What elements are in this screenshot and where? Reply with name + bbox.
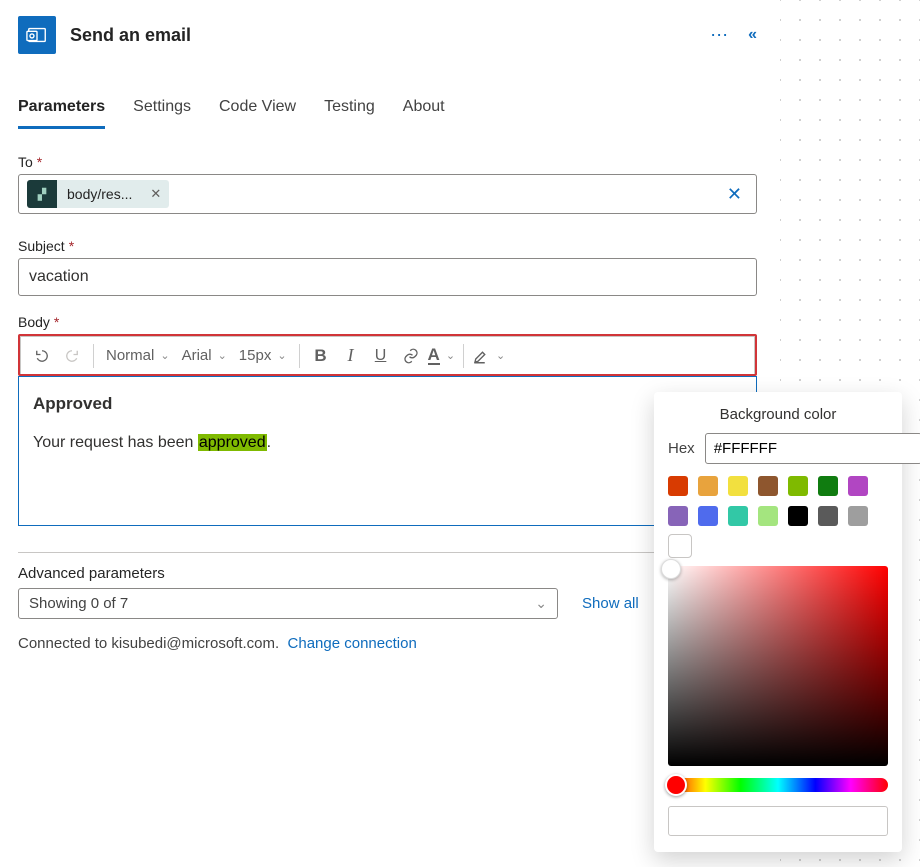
body-paragraph: Your request has been approved. (33, 431, 742, 455)
field-body: Body * Normal ⌄ Arial ⌄ 15px ⌄ (18, 314, 757, 526)
tab-parameters[interactable]: Parameters (18, 92, 105, 129)
change-connection-link[interactable]: Change connection (288, 635, 417, 652)
font-size-select[interactable]: 15px ⌄ (233, 347, 293, 364)
color-swatch[interactable] (698, 476, 718, 496)
font-select[interactable]: Arial ⌄ (176, 347, 233, 364)
hue-thumb[interactable] (665, 774, 687, 796)
color-swatch[interactable] (758, 506, 778, 526)
body-text-prefix: Your request has been (33, 434, 198, 451)
connection-info: Connected to kisubedi@microsoft.com. Cha… (18, 635, 757, 652)
chevron-down-icon: ⌄ (160, 349, 169, 362)
rich-text-toolbar: Normal ⌄ Arial ⌄ 15px ⌄ B I U A⌄ (20, 336, 755, 374)
collapse-icon[interactable]: « (748, 26, 757, 44)
advanced-label: Advanced parameters (18, 565, 757, 582)
color-swatch[interactable] (788, 476, 808, 496)
redo-button[interactable] (57, 341, 87, 371)
color-swatch[interactable] (788, 506, 808, 526)
color-picker-title: Background color (668, 406, 888, 423)
toolbar-separator (299, 344, 300, 368)
advanced-select-value: Showing 0 of 7 (29, 595, 128, 612)
divider (18, 552, 757, 553)
color-swatches (668, 476, 888, 526)
tab-code-view[interactable]: Code View (219, 92, 296, 129)
chevron-down-icon: ⌄ (446, 349, 455, 362)
more-icon[interactable]: ⋯ (710, 25, 730, 46)
font-value: Arial (182, 347, 212, 364)
dynamic-token[interactable]: ▞ body/res... ✕ (27, 180, 169, 208)
body-text-suffix: . (267, 434, 271, 451)
body-highlighted-word: approved (198, 434, 267, 451)
panel-title: Send an email (70, 25, 696, 46)
show-all-link[interactable]: Show all (582, 595, 639, 612)
body-heading: Approved (33, 391, 742, 417)
italic-button[interactable]: I (336, 341, 366, 371)
body-label: Body (18, 314, 50, 330)
underline-button[interactable]: U (366, 341, 396, 371)
color-picker-popover: Background color Hex (654, 392, 902, 852)
field-subject: Subject * (18, 238, 757, 296)
saturation-value-panel[interactable] (668, 566, 888, 766)
required-asterisk: * (54, 314, 59, 330)
undo-button[interactable] (27, 341, 57, 371)
sv-thumb[interactable] (661, 559, 681, 579)
chevron-down-icon: ⌄ (218, 349, 227, 362)
tab-testing[interactable]: Testing (324, 92, 375, 129)
link-button[interactable] (396, 341, 426, 371)
color-swatch[interactable] (698, 506, 718, 526)
toolbar-separator (463, 344, 464, 368)
tab-about[interactable]: About (403, 92, 445, 129)
token-label: body/res... (57, 186, 142, 202)
outlook-icon (18, 16, 56, 54)
token-source-icon: ▞ (27, 180, 57, 208)
color-swatch[interactable] (818, 506, 838, 526)
required-asterisk: * (37, 154, 42, 170)
color-swatch[interactable] (668, 506, 688, 526)
color-swatch[interactable] (728, 506, 748, 526)
tab-settings[interactable]: Settings (133, 92, 191, 129)
to-label: To (18, 154, 33, 170)
field-to: To * ▞ body/res... ✕ ✕ (18, 154, 757, 214)
hex-label: Hex (668, 440, 695, 457)
clear-field-icon[interactable]: ✕ (721, 184, 748, 205)
font-color-button[interactable]: A⌄ (426, 346, 458, 365)
color-output-field[interactable] (668, 806, 888, 836)
color-swatch[interactable] (848, 506, 868, 526)
subject-label: Subject (18, 238, 65, 254)
format-select[interactable]: Normal ⌄ (100, 347, 176, 364)
chevron-down-icon: ⌄ (535, 595, 547, 612)
advanced-select[interactable]: Showing 0 of 7 ⌄ (18, 588, 558, 619)
bold-button[interactable]: B (306, 341, 336, 371)
toolbar-separator (93, 344, 94, 368)
color-swatch[interactable] (728, 476, 748, 496)
hex-input[interactable] (705, 433, 920, 464)
subject-input[interactable] (18, 258, 757, 296)
format-value: Normal (106, 347, 154, 364)
size-value: 15px (239, 347, 272, 364)
color-swatch[interactable] (818, 476, 838, 496)
to-input[interactable]: ▞ body/res... ✕ ✕ (18, 174, 757, 214)
chevron-down-icon: ⌄ (496, 349, 505, 362)
body-highlighted-region: Normal ⌄ Arial ⌄ 15px ⌄ B I U A⌄ (18, 334, 757, 376)
color-swatch[interactable] (758, 476, 778, 496)
panel-header: Send an email ⋯ « (18, 12, 757, 68)
body-editor[interactable]: Approved Your request has been approved. (18, 376, 757, 526)
required-asterisk: * (69, 238, 74, 254)
token-remove-icon[interactable]: ✕ (142, 186, 169, 202)
tab-bar: Parameters Settings Code View Testing Ab… (18, 92, 757, 130)
hue-slider[interactable] (668, 778, 888, 792)
chevron-down-icon: ⌄ (277, 349, 286, 362)
color-swatch[interactable] (668, 476, 688, 496)
connection-text: Connected to kisubedi@microsoft.com. (18, 635, 279, 652)
swatch-white[interactable] (668, 534, 692, 558)
highlight-color-button[interactable]: ⌄ (470, 347, 507, 365)
color-swatch[interactable] (848, 476, 868, 496)
